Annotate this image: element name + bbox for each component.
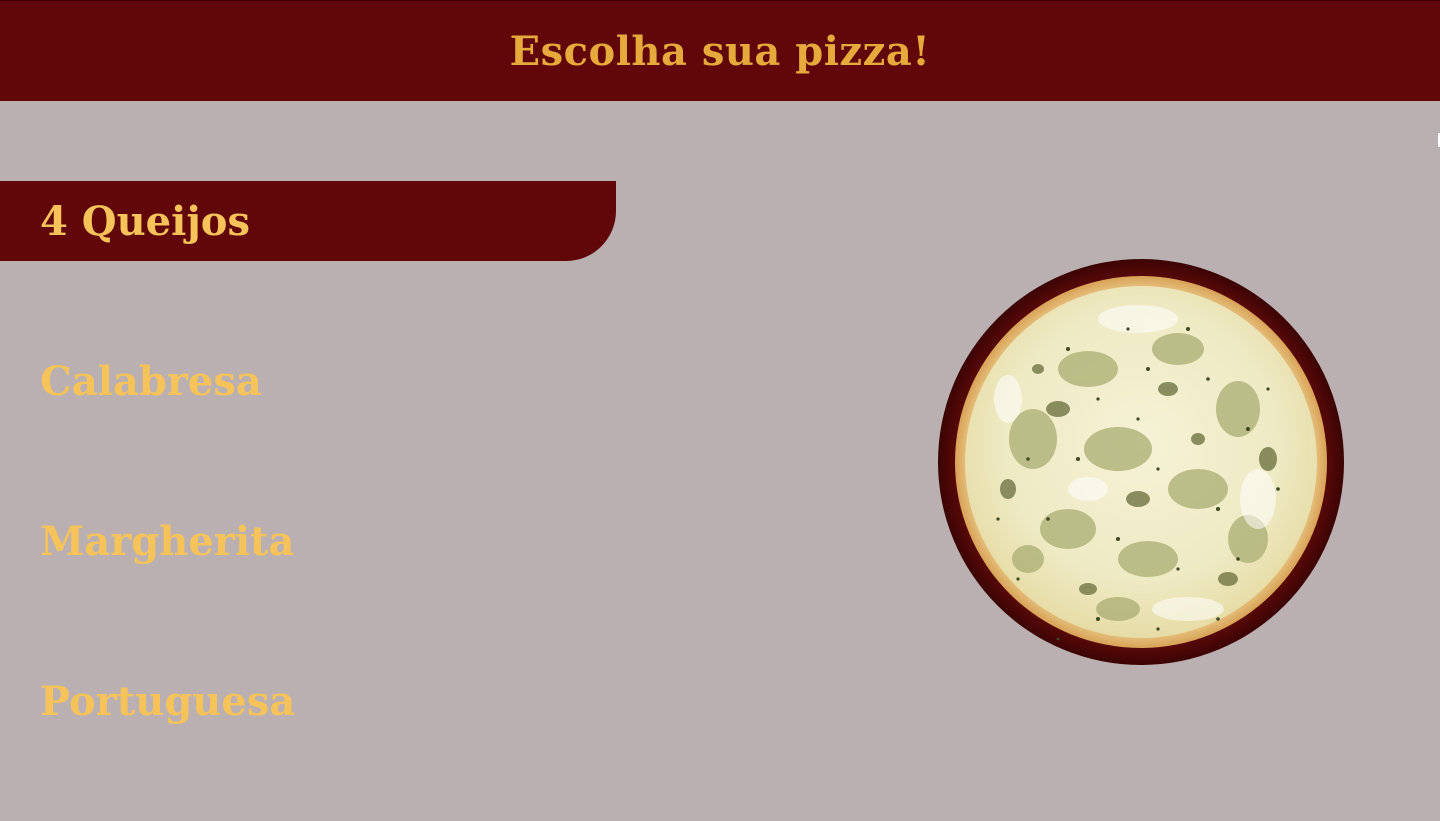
menu-item-label: 4 Queijos [40, 197, 250, 245]
page-header: Escolha sua pizza! [0, 0, 1440, 101]
pizza-menu: 4 Queijos Calabresa Margherita Portugues… [0, 181, 616, 821]
menu-item-calabresa[interactable]: Calabresa [0, 341, 616, 421]
menu-item-label: Margherita [40, 517, 295, 565]
menu-item-4-queijos[interactable]: 4 Queijos [0, 181, 616, 261]
menu-item-label: Calabresa [40, 357, 262, 405]
page-title: Escolha sua pizza! [509, 27, 931, 75]
menu-item-margherita[interactable]: Margherita [0, 501, 616, 581]
menu-item-label: Portuguesa [40, 677, 296, 725]
pizza-illustration [938, 259, 1344, 665]
pizza-image [938, 259, 1344, 665]
menu-item-portuguesa[interactable]: Portuguesa [0, 661, 616, 741]
